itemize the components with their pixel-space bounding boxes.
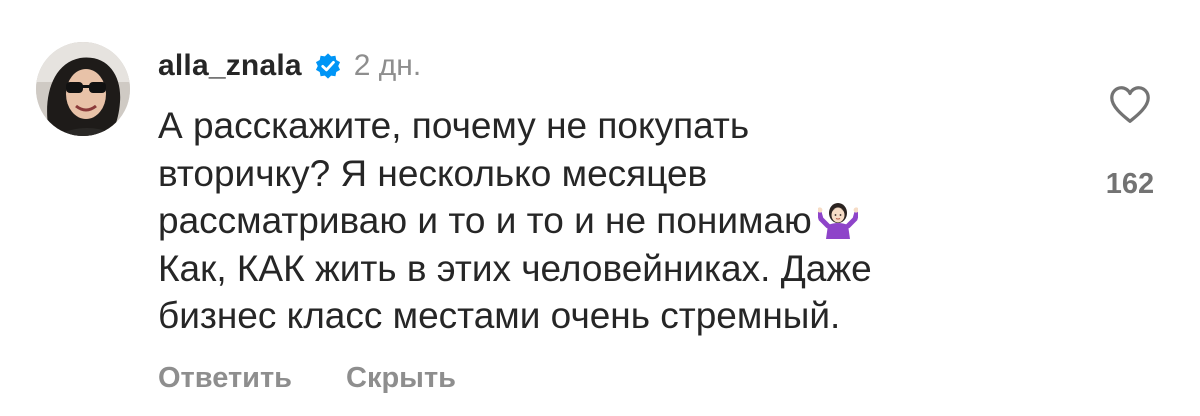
- comment-line: Как, КАК жить в этих человейниках. Даже: [158, 247, 872, 289]
- hide-button[interactable]: Скрыть: [346, 362, 456, 395]
- username[interactable]: alla_znala: [158, 49, 302, 83]
- comment-header: alla_znala 2 дн.: [158, 46, 421, 86]
- comment-actions: Ответить Скрыть: [158, 362, 456, 395]
- reply-button[interactable]: Ответить: [158, 362, 292, 395]
- comment-line: вторичку? Я несколько месяцев: [158, 152, 708, 194]
- comment-line: А расскажите, почему не покупать: [158, 105, 750, 146]
- like-area: 162: [1090, 82, 1170, 201]
- comment-line: бизнес класс местами очень стремный.: [158, 295, 841, 336]
- comment: alla_znala 2 дн. А расскажите, почему не…: [0, 0, 1200, 416]
- verified-badge-icon: [314, 52, 342, 80]
- like-count: 162: [1105, 168, 1155, 200]
- avatar[interactable]: [36, 42, 130, 136]
- heart-outline-icon[interactable]: [1107, 82, 1153, 128]
- woman-shrugging-icon: [817, 199, 858, 239]
- timestamp: 2 дн.: [353, 49, 422, 82]
- comment-text: А расскажите, почему не покупать вторичк…: [158, 102, 1038, 340]
- comment-line-text: рассматриваю и то и то и не понимаю: [158, 200, 812, 241]
- avatar-photo: [36, 42, 130, 136]
- comment-line: рассматриваю и то и то и не понимаю: [158, 197, 1038, 245]
